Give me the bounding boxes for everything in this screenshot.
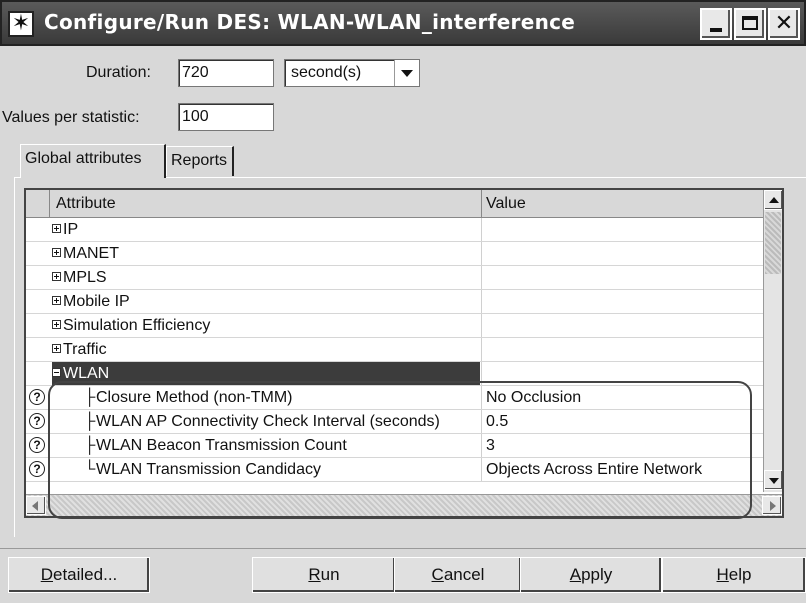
attribute-value[interactable]: 0.5: [486, 410, 508, 433]
attribute-value[interactable]: No Occlusion: [486, 386, 581, 409]
table-row[interactable]: Simulation Efficiency: [26, 314, 763, 338]
values-per-statistic-input[interactable]: 100: [178, 103, 274, 131]
arrow-up-icon: [769, 197, 779, 203]
cell-divider: [481, 362, 482, 385]
attribute-value[interactable]: Objects Across Entire Network: [486, 458, 702, 481]
collapse-minus-icon[interactable]: [52, 368, 61, 378]
duration-unit-select[interactable]: second(s): [284, 59, 420, 87]
cell-divider: [481, 242, 482, 265]
configure-run-dialog: ✶ Configure/Run DES: WLAN-WLAN_interfere…: [0, 0, 806, 603]
vertical-scrollbar[interactable]: [763, 190, 782, 492]
tree-branch-icon: ├: [84, 389, 96, 406]
table-row[interactable]: ? ├WLAN Beacon Transmission Count 3: [26, 434, 763, 458]
attribute-name: Simulation Efficiency: [52, 314, 210, 337]
arrow-right-icon: [770, 501, 776, 511]
attribute-name: MPLS: [52, 266, 107, 289]
dropdown-button[interactable]: [394, 60, 419, 86]
window-title: Configure/Run DES: WLAN-WLAN_interferenc…: [44, 10, 576, 34]
attribute-table: Attribute Value IP MANET MPLS Mobile IP …: [24, 188, 784, 518]
attribute-name: Mobile IP: [52, 290, 130, 313]
cell-divider: [481, 218, 482, 241]
column-divider[interactable]: [481, 190, 482, 218]
table-row[interactable]: Traffic: [26, 338, 763, 362]
row-gutter: ?: [26, 458, 50, 481]
expand-plus-icon[interactable]: [52, 224, 61, 234]
title-bar[interactable]: ✶ Configure/Run DES: WLAN-WLAN_interfere…: [0, 0, 806, 46]
run-button[interactable]: Run: [252, 557, 396, 593]
duration-label: Duration:: [86, 64, 151, 81]
attribute-name: WLAN: [52, 362, 109, 385]
row-gutter: ?: [26, 410, 50, 433]
table-row[interactable]: ? ├WLAN AP Connectivity Check Interval (…: [26, 410, 763, 434]
values-per-statistic-label: Values per statistic:: [2, 109, 140, 126]
minimize-button[interactable]: [700, 8, 732, 40]
table-row[interactable]: MPLS: [26, 266, 763, 290]
column-header-value[interactable]: Value: [486, 190, 526, 218]
help-question-icon[interactable]: ?: [29, 389, 45, 405]
table-row-selected[interactable]: WLAN: [26, 362, 763, 386]
cancel-button[interactable]: Cancel: [394, 557, 522, 593]
help-question-icon[interactable]: ?: [29, 461, 45, 477]
column-header-attribute[interactable]: Attribute: [56, 190, 116, 218]
table-row[interactable]: ? └WLAN Transmission Candidacy Objects A…: [26, 458, 763, 482]
table-row[interactable]: IP: [26, 218, 763, 242]
scroll-up-button[interactable]: [764, 190, 782, 210]
close-icon: ✕: [774, 11, 794, 36]
maximize-button[interactable]: [734, 8, 766, 40]
maximize-icon: [742, 16, 758, 30]
expand-plus-icon[interactable]: [52, 344, 61, 354]
scroll-left-button[interactable]: [26, 496, 46, 515]
duration-unit-value: second(s): [291, 64, 362, 81]
cell-divider: [481, 290, 482, 313]
table-row[interactable]: MANET: [26, 242, 763, 266]
expand-plus-icon[interactable]: [52, 272, 61, 282]
chevron-down-icon: [401, 70, 413, 77]
attribute-name: MANET: [52, 242, 119, 265]
cell-divider: [481, 410, 482, 433]
detailed-button[interactable]: Detailed...: [8, 557, 150, 593]
expand-plus-icon[interactable]: [52, 320, 61, 330]
tree-last-branch-icon: └: [84, 461, 96, 478]
scroll-down-button[interactable]: [764, 470, 782, 490]
expand-plus-icon[interactable]: [52, 296, 61, 306]
selection-highlight: [52, 362, 480, 385]
close-button[interactable]: ✕: [768, 8, 800, 40]
help-button[interactable]: Help: [662, 557, 806, 593]
attribute-name: Traffic: [52, 338, 107, 361]
cell-divider: [481, 458, 482, 481]
header-corner: [26, 190, 50, 217]
table-row[interactable]: ? ├Closure Method (non-TMM) No Occlusion: [26, 386, 763, 410]
star-icon: ✶: [8, 11, 34, 37]
tree-branch-icon: ├: [84, 413, 96, 430]
horizontal-scrollbar[interactable]: [26, 494, 782, 516]
tab-global-attributes[interactable]: Global attributes: [20, 144, 166, 178]
cell-divider: [481, 314, 482, 337]
table-header: Attribute Value: [26, 190, 763, 218]
row-gutter: ?: [26, 434, 50, 457]
scrollbar-thumb[interactable]: [765, 212, 781, 274]
cell-divider: [481, 434, 482, 457]
row-gutter: ?: [26, 386, 50, 409]
tree-branch-icon: ├: [84, 437, 96, 454]
attribute-name: ├Closure Method (non-TMM): [84, 386, 293, 409]
tab-reports[interactable]: Reports: [166, 146, 234, 176]
arrow-down-icon: [769, 478, 779, 484]
duration-input[interactable]: 720: [178, 59, 274, 87]
help-question-icon[interactable]: ?: [29, 413, 45, 429]
arrow-left-icon: [32, 501, 38, 511]
apply-button[interactable]: Apply: [520, 557, 662, 593]
attribute-name: ├WLAN AP Connectivity Check Interval (se…: [84, 410, 440, 433]
attribute-name: IP: [52, 218, 78, 241]
minimize-icon: [710, 28, 722, 32]
cell-divider: [481, 338, 482, 361]
attribute-name: ├WLAN Beacon Transmission Count: [84, 434, 347, 457]
attribute-value[interactable]: 3: [486, 434, 495, 457]
cell-divider: [481, 266, 482, 289]
expand-plus-icon[interactable]: [52, 248, 61, 258]
table-row[interactable]: Mobile IP: [26, 290, 763, 314]
help-question-icon[interactable]: ?: [29, 437, 45, 453]
cell-divider: [481, 386, 482, 409]
attribute-name: └WLAN Transmission Candidacy: [84, 458, 321, 481]
scroll-right-button[interactable]: [762, 496, 782, 515]
